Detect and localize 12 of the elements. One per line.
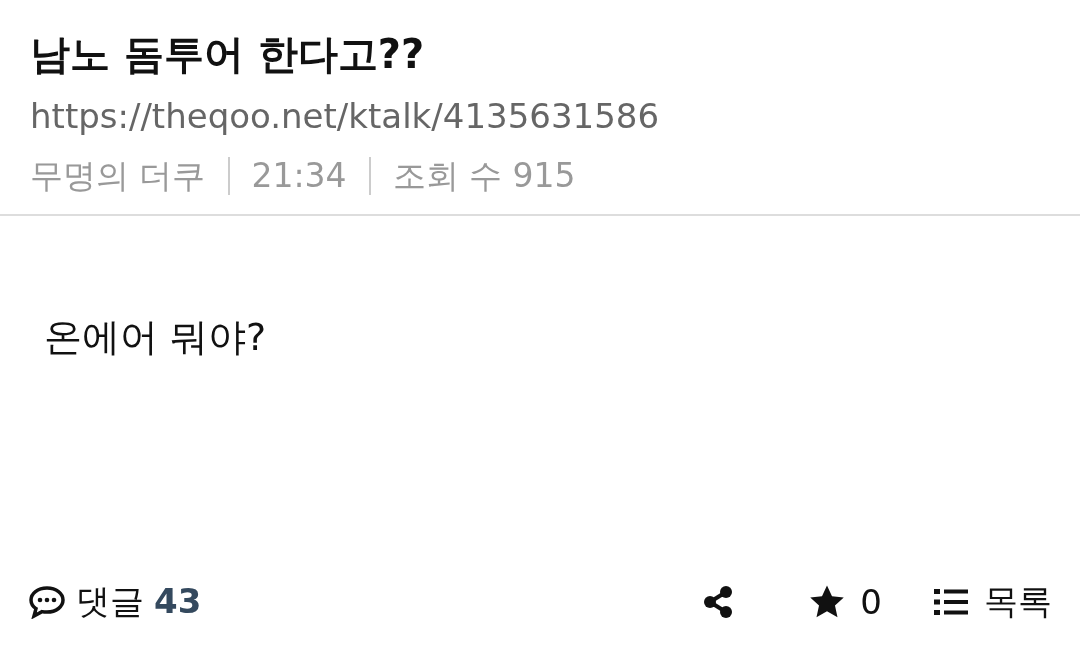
post-title: 남노 돔투어 한다고?? — [30, 30, 426, 79]
comment-label: 댓글 43 — [76, 580, 202, 623]
post-meta: 조회 수 915 — [392, 155, 576, 197]
star-button[interactable]: 0 — [808, 582, 882, 622]
post-url: https://theqoo.net/ktalk/4135631586 — [30, 95, 661, 138]
list-button[interactable]: 목록 — [934, 579, 1052, 625]
comment-icon[interactable] — [28, 585, 66, 619]
post-meta: 무명의 더쿠 — [30, 155, 206, 197]
share-button[interactable] — [702, 585, 735, 619]
post-body: 온에어 뭐야? — [43, 314, 268, 361]
post-meta: 21:34 — [251, 155, 347, 197]
list-icon — [934, 587, 970, 617]
